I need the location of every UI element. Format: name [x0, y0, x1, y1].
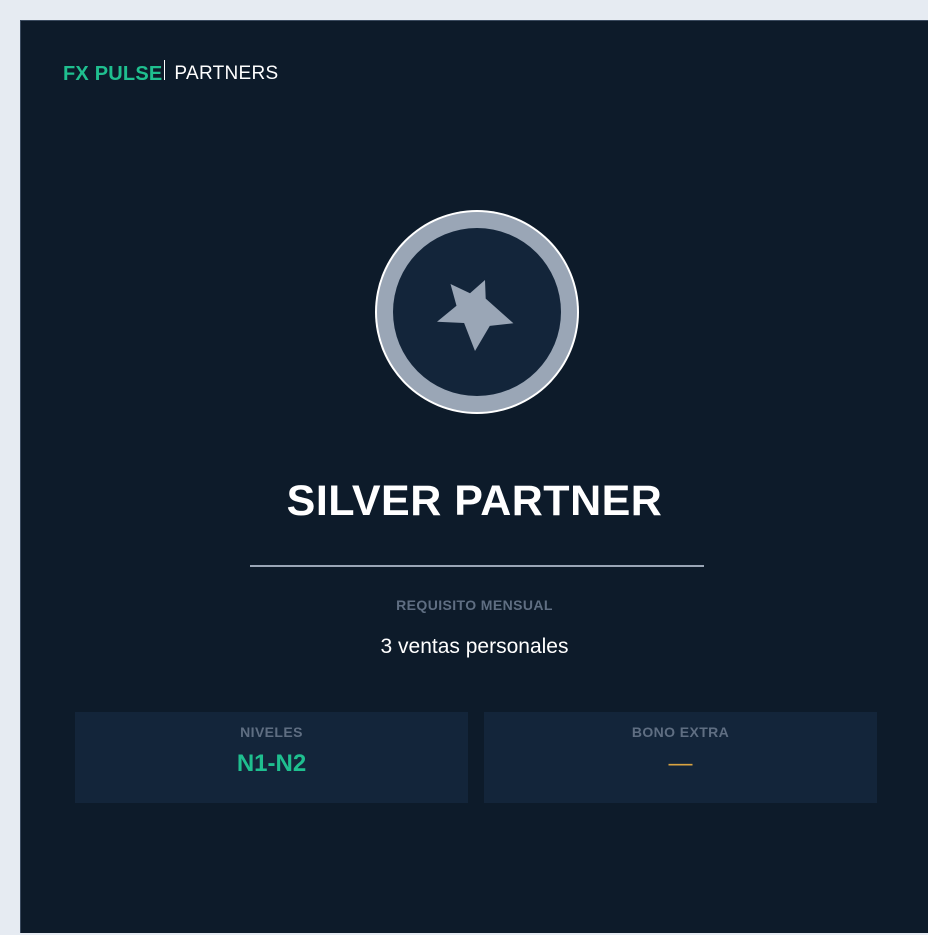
tier-badge [375, 210, 579, 414]
requirement-label: REQUISITO MENSUAL [396, 597, 553, 613]
requirement-value: 3 ventas personales [380, 635, 569, 658]
stat-value: N1-N2 [236, 750, 307, 777]
brand-divider [164, 60, 166, 80]
stat-label: BONO EXTRA [631, 724, 730, 740]
stat-card-bonus: BONO EXTRA — [484, 712, 877, 803]
stat-label: NIVELES [240, 724, 303, 740]
tier-card: FX PULSE PARTNERS SILVER PARTNER REQUISI… [20, 20, 928, 933]
stat-value: — [668, 750, 693, 777]
stat-card-levels: NIVELES N1-N2 [75, 712, 468, 803]
brand-primary-text: FX PULSE [63, 62, 163, 85]
brand-logo: FX PULSE PARTNERS [63, 59, 279, 89]
title-divider [250, 565, 704, 567]
brand-secondary-text: PARTNERS [174, 63, 279, 84]
tier-title: SILVER PARTNER [286, 477, 663, 525]
